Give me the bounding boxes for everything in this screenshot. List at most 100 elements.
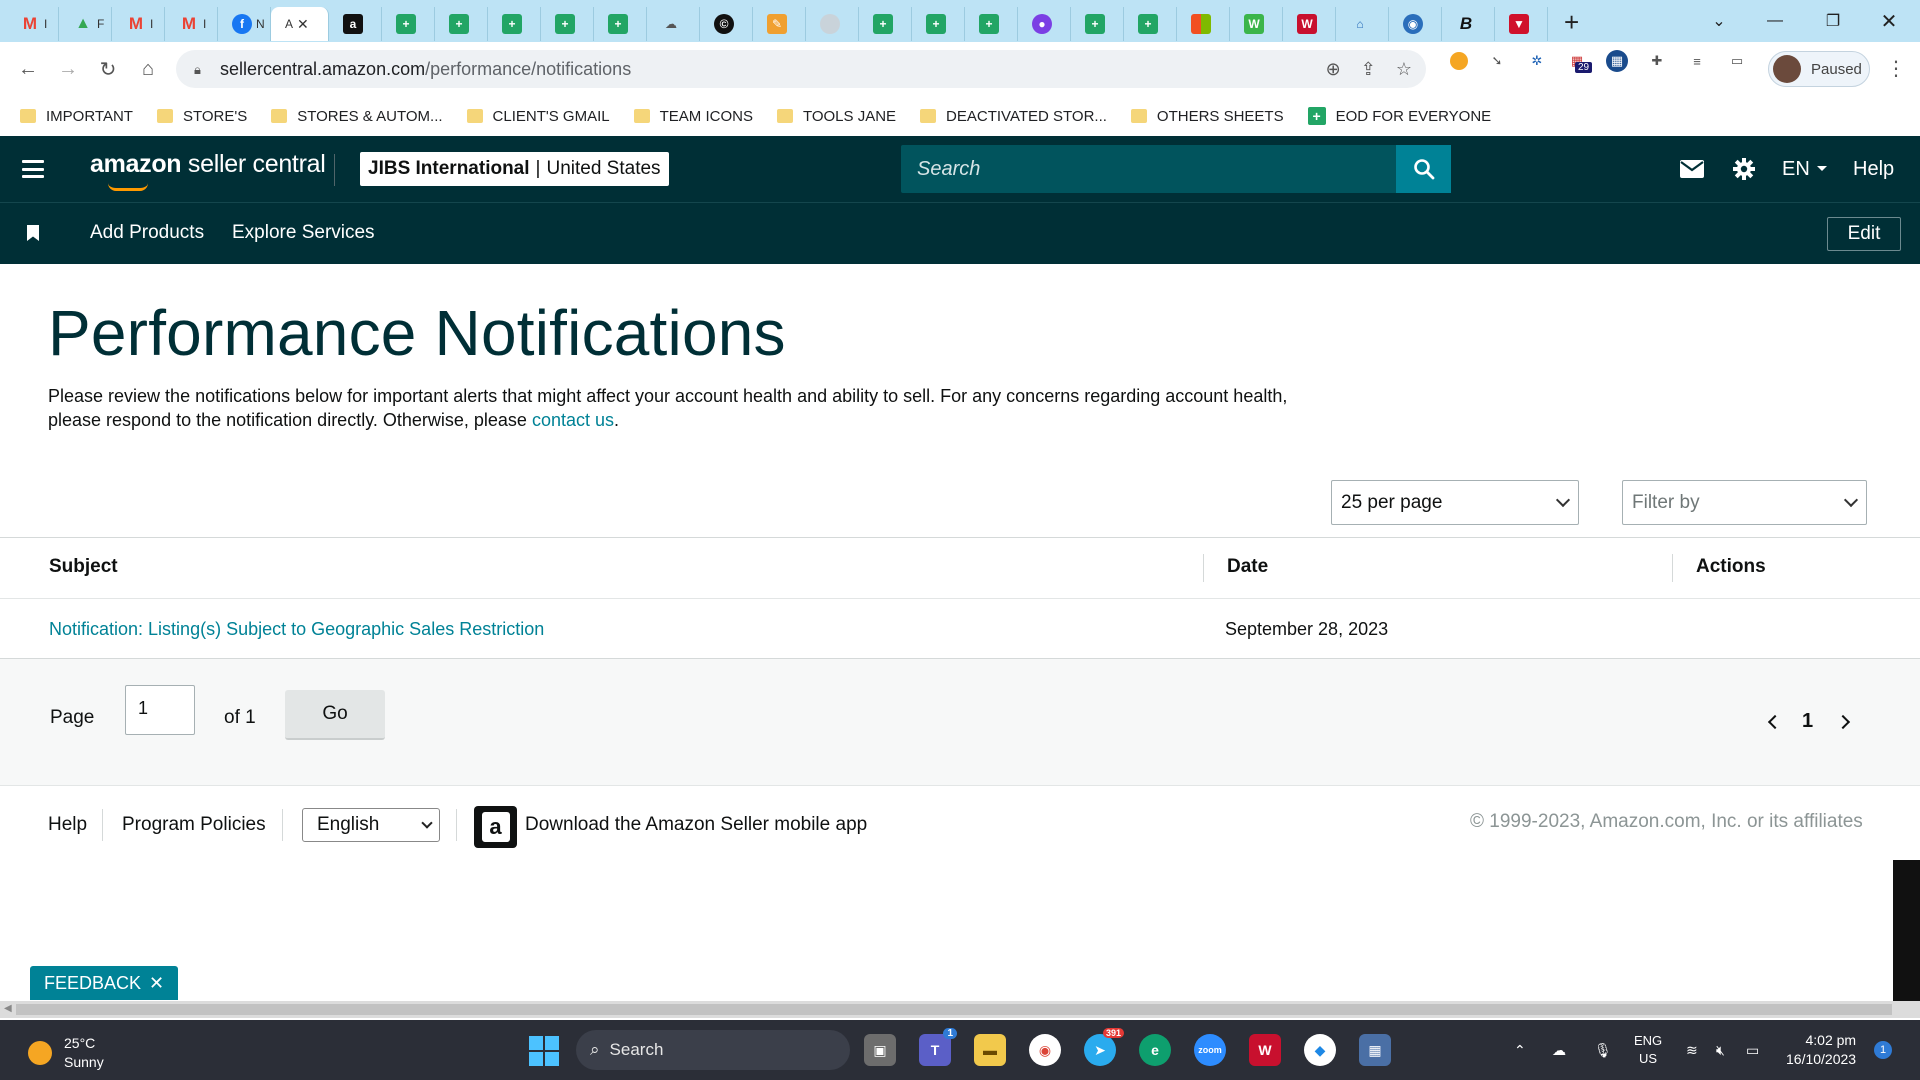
- star-icon[interactable]: ☆: [1396, 59, 1412, 80]
- tray-chevron-icon[interactable]: ⌃: [1514, 1020, 1526, 1080]
- taskbar-search[interactable]: ⌕ Search: [576, 1030, 850, 1070]
- browser-tab[interactable]: +: [541, 7, 594, 41]
- contact-us-link[interactable]: contact us: [532, 410, 614, 430]
- chevron-left-icon[interactable]: [1767, 714, 1783, 730]
- reading-list-icon[interactable]: ≡: [1686, 50, 1708, 72]
- zoom-icon[interactable]: ⊕: [1326, 59, 1341, 80]
- notification-subject-link[interactable]: Notification: Listing(s) Subject to Geog…: [49, 619, 544, 640]
- bookmark-folder[interactable]: STORES & AUTOM...: [271, 108, 443, 125]
- telegram-icon[interactable]: ➤ 391: [1084, 1028, 1124, 1066]
- browser-tab[interactable]: +: [965, 7, 1018, 41]
- side-panel-icon[interactable]: ▭: [1726, 50, 1748, 72]
- extension-gear-icon[interactable]: ✲: [1526, 50, 1548, 72]
- restore-icon[interactable]: ❐: [1810, 6, 1856, 36]
- browser-tab[interactable]: ©: [700, 7, 753, 41]
- close-icon[interactable]: ✕: [297, 16, 309, 33]
- browser-tab[interactable]: ⌂: [1336, 7, 1389, 41]
- browser-tab[interactable]: ▼: [1495, 7, 1548, 41]
- browser-tab[interactable]: a: [329, 7, 382, 41]
- home-icon[interactable]: ⌂: [128, 49, 168, 89]
- bookmark-icon[interactable]: [27, 225, 39, 241]
- bookmark-folder[interactable]: STORE'S: [156, 108, 247, 125]
- page-number-input[interactable]: 1: [125, 685, 195, 735]
- vpn-icon[interactable]: ◆: [1304, 1034, 1336, 1066]
- windows-start-icon[interactable]: [529, 1036, 559, 1066]
- footer-language-select[interactable]: English: [302, 808, 440, 842]
- settings-button[interactable]: [1732, 136, 1756, 202]
- calculator-icon[interactable]: ▦: [1359, 1034, 1391, 1066]
- bookmark-sheet[interactable]: + EOD FOR EVERYONE: [1307, 107, 1491, 125]
- battery-icon[interactable]: ▭: [1746, 1020, 1759, 1080]
- browser-tab[interactable]: +: [488, 7, 541, 41]
- volume-muted-icon[interactable]: 🔇︎: [1716, 1020, 1725, 1080]
- bookmark-folder[interactable]: DEACTIVATED STOR...: [920, 108, 1107, 125]
- browser-tab[interactable]: B: [1442, 7, 1495, 41]
- bookmark-folder[interactable]: TEAM ICONS: [633, 108, 753, 125]
- seller-central-logo[interactable]: amazon seller central: [90, 150, 326, 191]
- browser-tab[interactable]: +: [594, 7, 647, 41]
- browser-tab[interactable]: ✎: [753, 7, 806, 41]
- microphone-icon[interactable]: 🎙︎: [1594, 1020, 1612, 1080]
- input-language[interactable]: ENG US: [1634, 1020, 1662, 1080]
- share-icon[interactable]: ⇪: [1361, 59, 1376, 80]
- browser-tab[interactable]: ◉: [1389, 7, 1442, 41]
- close-icon[interactable]: ✕: [149, 973, 164, 994]
- window-close-icon[interactable]: ✕: [1866, 6, 1912, 36]
- search-button[interactable]: [1396, 145, 1451, 193]
- extension-grid-icon[interactable]: ▦: [1606, 50, 1628, 72]
- minimize-icon[interactable]: —: [1752, 6, 1798, 36]
- browser-tab[interactable]: +: [912, 7, 965, 41]
- extension-orange-icon[interactable]: [1450, 52, 1468, 70]
- weather-widget[interactable]: 25°C Sunny: [28, 1034, 104, 1072]
- chrome-icon[interactable]: ◉: [1029, 1034, 1061, 1066]
- reload-icon[interactable]: ↻: [88, 49, 128, 89]
- chevron-right-icon[interactable]: [1835, 714, 1851, 730]
- profile-button[interactable]: Paused: [1768, 51, 1870, 87]
- horizontal-scrollbar[interactable]: ◀: [0, 1001, 1920, 1018]
- browser-tab[interactable]: +: [859, 7, 912, 41]
- browser-tab[interactable]: fN: [218, 7, 271, 41]
- scroll-left-icon[interactable]: ◀: [4, 1003, 12, 1014]
- browser-tab[interactable]: +: [1071, 7, 1124, 41]
- help-link[interactable]: Help: [1853, 136, 1894, 202]
- download-app-link[interactable]: Download the Amazon Seller mobile app: [525, 814, 867, 836]
- wifi-icon[interactable]: ≋: [1686, 1020, 1698, 1080]
- per-page-select[interactable]: 25 per page: [1331, 480, 1579, 525]
- browser-tab-active[interactable]: A ✕: [271, 7, 329, 41]
- browser-tab[interactable]: [1177, 7, 1230, 41]
- wps-office-icon[interactable]: W: [1249, 1034, 1281, 1066]
- hamburger-menu-icon[interactable]: [22, 160, 44, 178]
- browser-tab[interactable]: ☁: [647, 7, 700, 41]
- menu-kebab-icon[interactable]: ⋮: [1886, 56, 1906, 81]
- nav-add-products[interactable]: Add Products: [90, 222, 204, 244]
- new-tab-icon[interactable]: +: [1564, 7, 1579, 38]
- browser-tab[interactable]: ●: [1018, 7, 1071, 41]
- bookmark-folder[interactable]: TOOLS JANE: [776, 108, 896, 125]
- tab-search-icon[interactable]: ⌄: [1696, 6, 1742, 36]
- language-switcher[interactable]: EN: [1782, 136, 1828, 202]
- feedback-button[interactable]: FEEDBACK ✕: [30, 966, 178, 1000]
- scrollbar-thumb[interactable]: [16, 1004, 1892, 1015]
- back-icon[interactable]: ←: [8, 49, 48, 89]
- go-button[interactable]: Go: [285, 690, 385, 740]
- amazon-app-icon[interactable]: a: [474, 806, 517, 848]
- bookmark-folder[interactable]: IMPORTANT: [20, 108, 133, 125]
- nav-explore-services[interactable]: Explore Services: [232, 222, 375, 244]
- edge-icon[interactable]: e: [1139, 1034, 1171, 1066]
- browser-tab[interactable]: ▲ F: [59, 7, 112, 41]
- extension-arrow-icon[interactable]: ➘: [1486, 50, 1508, 72]
- mail-button[interactable]: [1680, 136, 1704, 202]
- url-bar[interactable]: 🔒︎ sellercentral.amazon.com/performance/…: [176, 50, 1426, 88]
- browser-tab[interactable]: W: [1230, 7, 1283, 41]
- task-view-icon[interactable]: ▣: [864, 1034, 896, 1066]
- extension-folder-icon[interactable]: ▦ 29: [1566, 50, 1593, 73]
- browser-tab[interactable]: MI: [6, 7, 59, 41]
- current-page-number[interactable]: 1: [1802, 710, 1813, 733]
- browser-tab[interactable]: +: [435, 7, 488, 41]
- browser-tab[interactable]: +: [382, 7, 435, 41]
- forward-icon[interactable]: →: [48, 49, 88, 89]
- teams-icon[interactable]: T1: [919, 1028, 957, 1066]
- file-explorer-icon[interactable]: ▬: [974, 1034, 1006, 1066]
- footer-program-policies-link[interactable]: Program Policies: [122, 814, 266, 836]
- browser-tab[interactable]: MI: [165, 7, 218, 41]
